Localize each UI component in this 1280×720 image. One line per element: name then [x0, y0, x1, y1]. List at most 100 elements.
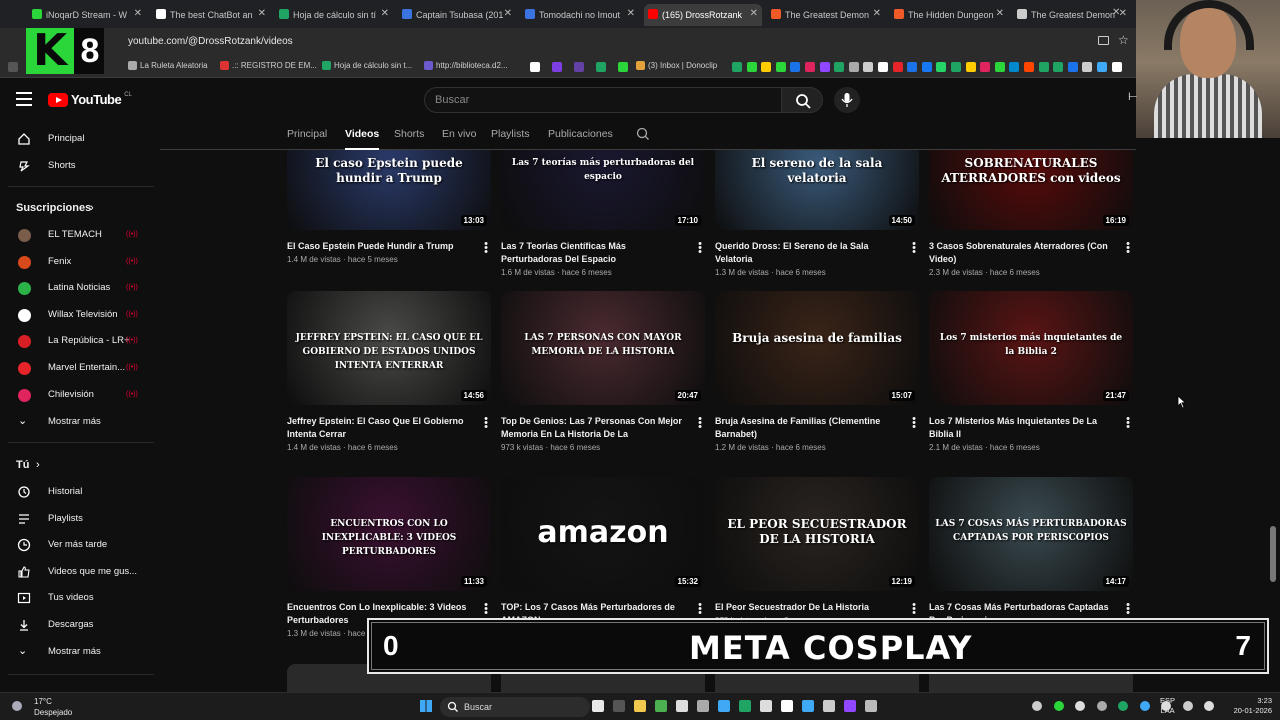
sidebar-item-download[interactable]: Descargas — [0, 612, 154, 638]
system-clock[interactable]: 3:23 20-01-2026 — [1224, 696, 1272, 716]
browser-tab[interactable]: The Greatest Demon ✕ — [767, 4, 885, 26]
taskbar-app-icon[interactable] — [718, 700, 730, 712]
tab-close-icon[interactable]: ✕ — [504, 8, 512, 19]
video-title[interactable]: Bruja Asesina de Familias (Clementine Ba… — [715, 415, 901, 441]
taskbar-app-icon[interactable] — [760, 700, 772, 712]
video-thumbnail[interactable]: Bruja asesina de familias 15:07 — [715, 291, 919, 405]
more-actions-icon[interactable]: • • • — [697, 600, 703, 619]
tab-close-icon[interactable]: ✕ — [996, 8, 1004, 19]
tab-en-vivo[interactable]: En vivo — [442, 128, 476, 140]
menu-icon[interactable] — [16, 92, 32, 106]
bookmark-icon[interactable] — [951, 62, 961, 72]
video-card[interactable]: El caso Epstein puede hundir a Trump 13:0… — [287, 150, 491, 296]
system-tray-icon[interactable] — [1053, 701, 1064, 711]
more-actions-icon[interactable]: • • • — [1125, 600, 1131, 619]
system-tray-icon[interactable] — [1032, 701, 1042, 711]
bookmark-icon[interactable] — [596, 62, 606, 72]
video-card[interactable]: JEFFREY EPSTEIN: EL CASO QUE EL GOBIERNO… — [287, 291, 491, 471]
more-actions-icon[interactable]: • • • — [911, 600, 917, 619]
bookmark-icon[interactable] — [1053, 62, 1064, 72]
video-title[interactable]: Jeffrey Epstein: El Caso Que El Gobierno… — [287, 415, 473, 441]
install-icon[interactable] — [1098, 36, 1109, 45]
system-tray-icon[interactable] — [1118, 701, 1128, 711]
system-tray-icon[interactable] — [1204, 701, 1214, 711]
windows-start-icon[interactable] — [420, 700, 432, 712]
video-card[interactable]: El sereno de la sala velatoria 14:50 Queri… — [715, 150, 919, 296]
more-actions-icon[interactable]: • • • — [697, 239, 703, 258]
subscription-item[interactable]: Latina Noticias ((•)) — [0, 275, 154, 301]
bookmark-icon[interactable] — [618, 62, 628, 72]
browser-tab[interactable]: The best ChatBot an ✕ — [152, 4, 270, 26]
more-actions-icon[interactable]: • • • — [483, 600, 489, 619]
video-thumbnail[interactable]: El caso Epstein puede hundir a Trump 13:0… — [287, 150, 491, 230]
bookmark-item[interactable]: .:: REGISTRO DE EM... — [220, 61, 317, 70]
video-thumbnail[interactable]: LAS 7 PERSONAS CON MAYOR MEMORIA DE LA H… — [501, 291, 705, 405]
taskbar-app-icon[interactable] — [697, 700, 709, 712]
video-thumbnail[interactable]: amazon 15:32 — [501, 477, 705, 591]
sidebar-item-video[interactable]: Tus videos — [0, 585, 154, 611]
video-card[interactable]: Los 7 misterios más inquietantes de la B… — [929, 291, 1133, 471]
bookmark-icon[interactable] — [1082, 62, 1093, 72]
more-actions-icon[interactable]: • • • — [1125, 414, 1131, 433]
video-thumbnail[interactable]: Las 7 teorías más perturbadoras del espa… — [501, 150, 705, 230]
bookmark-icon[interactable] — [552, 62, 562, 72]
subscription-item[interactable]: Willax Televisión ((•)) — [0, 302, 154, 328]
video-title[interactable]: Las 7 Teorías Científicas Más Perturbado… — [501, 240, 687, 266]
more-actions-icon[interactable]: • • • — [911, 239, 917, 258]
bookmark-item[interactable]: Hoja de cálculo sin t... — [322, 61, 412, 70]
voice-search-button[interactable] — [834, 87, 860, 113]
more-actions-icon[interactable]: • • • — [697, 414, 703, 433]
taskbar-app-icon[interactable] — [865, 700, 877, 712]
bookmark-icon[interactable] — [746, 62, 757, 72]
create-icon[interactable]: ⊢ — [1128, 90, 1138, 103]
more-actions-icon[interactable]: • • • — [483, 239, 489, 258]
show-more-subscriptions[interactable]: ⌄ Mostrar más — [0, 409, 154, 435]
system-tray-icon[interactable] — [1161, 701, 1171, 711]
bookmark-icon[interactable] — [530, 62, 540, 72]
search-button[interactable] — [781, 87, 823, 113]
bookmark-icon[interactable] — [805, 62, 815, 72]
bookmark-icon[interactable] — [1024, 62, 1034, 72]
search-input[interactable]: Buscar — [424, 87, 782, 113]
video-title[interactable]: El Caso Epstein Puede Hundir a Trump — [287, 240, 473, 253]
sidebar-item-thumbs-up[interactable]: Videos que me gus... — [0, 559, 154, 585]
url-field[interactable]: youtube.com/@DrossRotzank/videos — [128, 36, 293, 47]
tab-playlists[interactable]: Playlists — [491, 128, 530, 140]
bookmark-icon[interactable] — [936, 62, 947, 72]
taskbar-app-icon[interactable] — [655, 700, 667, 712]
video-thumbnail[interactable]: El sereno de la sala velatoria 14:50 — [715, 150, 919, 230]
page-scrollbar[interactable] — [1270, 526, 1276, 582]
video-title[interactable]: Querido Dross: El Sereno de la Sala Vela… — [715, 240, 901, 266]
bookmark-item[interactable]: La Ruleta Aleatoria — [128, 61, 208, 70]
browser-tab[interactable]: The Hidden Dungeon ✕ — [890, 4, 1008, 26]
tab-principal[interactable]: Principal — [287, 128, 327, 140]
tab-close-icon[interactable]: ✕ — [873, 8, 881, 19]
video-thumbnail[interactable]: LAS 7 COSAS MÁS PERTURBADORAS CAPTADAS P… — [929, 477, 1133, 591]
taskbar-app-icon[interactable] — [613, 700, 625, 712]
bookmark-icon[interactable] — [819, 62, 830, 72]
taskbar-app-icon[interactable] — [802, 700, 814, 712]
video-thumbnail[interactable]: JEFFREY EPSTEIN: EL CASO QUE EL GOBIERNO… — [287, 291, 491, 405]
video-thumbnail[interactable]: EL PEOR SECUESTRADOR DE LA HISTORIA 12:19 — [715, 477, 919, 591]
browser-tab[interactable]: Hoja de cálculo sin tí ✕ — [275, 4, 393, 26]
subscription-item[interactable]: Marvel Entertain... ((•)) — [0, 355, 154, 381]
video-thumbnail[interactable]: Los 7 misterios más inquietantes de la B… — [929, 291, 1133, 405]
tab-videos[interactable]: Videos — [345, 128, 380, 150]
taskbar-app-icon[interactable] — [844, 700, 856, 712]
more-actions-icon[interactable]: • • • — [483, 414, 489, 433]
youtube-logo[interactable]: YouTube CL — [48, 92, 132, 107]
show-more-you[interactable]: ⌄ Mostrar más — [0, 639, 154, 665]
bookmark-item[interactable]: http://biblioteca.d2... — [424, 61, 508, 70]
bookmark-icon[interactable] — [907, 62, 918, 72]
video-card[interactable]: SOBRENATURALES ATERRADORES con videos 16:… — [929, 150, 1133, 296]
browser-tab[interactable]: Tomodachi no Imout ✕ — [521, 4, 639, 26]
system-tray-icon[interactable] — [1096, 701, 1107, 711]
subscription-item[interactable]: EL TEMACH ((•)) — [0, 222, 154, 248]
sidebar-item-history[interactable]: Historial — [0, 479, 154, 505]
taskbar-search[interactable]: Buscar — [440, 697, 590, 717]
bookmark-icon[interactable] — [1067, 62, 1078, 72]
sidebar-item-clock[interactable]: Ver más tarde — [0, 532, 154, 558]
video-card[interactable]: Bruja asesina de familias 15:07 Bruja Ases… — [715, 291, 919, 471]
sidebar-item-playlists[interactable]: Playlists — [0, 506, 154, 532]
subscription-item[interactable]: La República - LR+ ((•)) — [0, 328, 154, 354]
